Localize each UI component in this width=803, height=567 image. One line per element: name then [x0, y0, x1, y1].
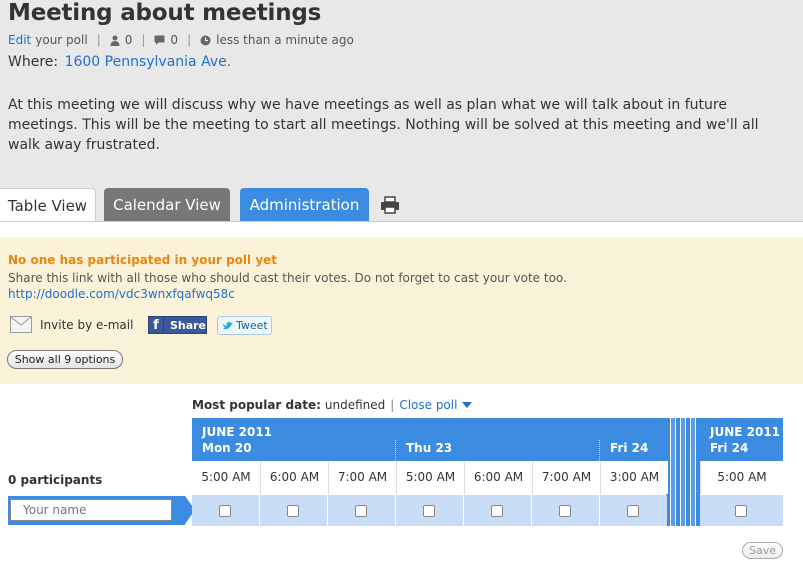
day-label-fri: Fri 24	[610, 441, 649, 455]
vote-checkbox[interactable]	[559, 505, 571, 517]
day-divider	[599, 440, 600, 461]
time-slot: 5:00 AM	[396, 461, 464, 494]
notice-title: No one has participated in your poll yet	[8, 253, 278, 267]
name-entry-row	[8, 496, 195, 525]
date-header-secondary: JUNE 2011 Fri 24	[700, 418, 783, 461]
notice-text: Share this link with all those who shoul…	[8, 271, 567, 285]
column-strip	[681, 418, 685, 526]
poll-share-link[interactable]: http://doodle.com/vdc3wnxfqafwq58c	[8, 287, 235, 301]
vote-checkbox[interactable]	[491, 505, 503, 517]
participants-count-label: 0 participants	[8, 473, 103, 487]
where-link[interactable]: 1600 Pennsylvania Ave.	[65, 54, 232, 70]
tab-calendar-view[interactable]: Calendar View	[104, 188, 230, 221]
popular-label: Most popular date:	[192, 398, 321, 412]
time-slot: 6:00 AM	[260, 461, 328, 494]
tweet-label: Tweet	[236, 319, 268, 332]
your-name-input[interactable]	[10, 499, 172, 521]
vote-cell	[600, 495, 667, 526]
meta-divider: |	[141, 33, 146, 47]
edit-poll-link[interactable]: Edit	[8, 33, 31, 47]
day-label-thu: Thu 23	[406, 441, 453, 455]
person-icon	[110, 35, 120, 46]
day-label-fri-2: Fri 24	[710, 441, 749, 455]
column-strip	[676, 418, 680, 526]
comments-meta: 0	[154, 33, 178, 47]
twitter-bird-icon	[223, 321, 233, 329]
meta-divider: |	[96, 33, 101, 47]
time-slot: 3:00 AM	[600, 461, 668, 494]
envelope-icon	[10, 316, 32, 333]
day-label-mon: Mon 20	[202, 441, 252, 455]
time-slot: 5:00 AM	[192, 461, 260, 494]
vote-checkbox[interactable]	[219, 505, 231, 517]
column-strip	[691, 418, 695, 526]
poll-meta: Edit your poll | 0 | 0 | less than a min…	[8, 33, 354, 47]
facebook-icon: f	[149, 317, 164, 333]
invite-label: Invite by e-mail	[40, 317, 134, 332]
time-slot: 7:00 AM	[328, 461, 396, 494]
invite-by-email[interactable]: Invite by e-mail	[10, 316, 133, 333]
vote-cell	[532, 495, 599, 526]
vote-cell	[464, 495, 531, 526]
where-label: Where:	[8, 54, 59, 70]
vote-cell	[396, 495, 463, 526]
poll-content: No one has participated in your poll yet…	[0, 221, 803, 567]
vote-cell	[700, 495, 783, 526]
vote-checkbox[interactable]	[355, 505, 367, 517]
column-strip	[686, 418, 690, 526]
vote-checkbox[interactable]	[423, 505, 435, 517]
facebook-share-button[interactable]: f Share	[148, 316, 207, 334]
vote-checkbox[interactable]	[287, 505, 299, 517]
share-notice: No one has participated in your poll yet…	[0, 237, 803, 384]
vote-cell	[328, 495, 395, 526]
popular-value: undefined	[324, 398, 386, 412]
chevron-down-icon[interactable]	[462, 402, 473, 408]
participants-count: 0	[124, 33, 133, 47]
most-popular-date: Most popular date: undefined | Close pol…	[192, 398, 473, 412]
show-all-options-button[interactable]: Show all 9 options	[7, 350, 123, 369]
poll-header: Meeting about meetings Edit your poll | …	[0, 0, 803, 222]
tweet-button[interactable]: Tweet	[217, 316, 272, 335]
popular-divider: |	[390, 398, 395, 412]
date-header-primary: JUNE 2011 Mon 20 Thu 23 Fri 24	[192, 418, 666, 461]
tab-table-view[interactable]: Table View	[0, 188, 96, 222]
poll-location: Where: 1600 Pennsylvania Ave.	[8, 54, 231, 70]
vote-checkbox[interactable]	[627, 505, 639, 517]
save-button[interactable]: Save	[742, 542, 783, 559]
vote-checkbox[interactable]	[735, 505, 747, 517]
time-slot: 6:00 AM	[464, 461, 532, 494]
edit-poll-suffix: your poll	[35, 33, 88, 47]
tab-administration[interactable]: Administration	[240, 188, 369, 221]
poll-description: At this meeting we will discuss why we h…	[8, 97, 759, 153]
month-label: JUNE 2011	[710, 425, 781, 439]
day-divider	[395, 440, 396, 461]
comment-icon	[154, 35, 165, 45]
clock-icon	[200, 35, 211, 45]
column-strip	[671, 418, 675, 526]
collapsed-columns-indicator[interactable]	[666, 418, 700, 526]
page-title: Meeting about meetings	[8, 0, 322, 26]
comments-count: 0	[170, 33, 179, 47]
month-label: JUNE 2011	[202, 425, 273, 439]
share-label: Share	[169, 318, 206, 332]
close-poll-link[interactable]: Close poll	[399, 398, 457, 412]
vote-cell	[192, 495, 259, 526]
time-slot: 5:00 AM	[700, 461, 783, 494]
time-slot: 7:00 AM	[532, 461, 600, 494]
print-icon[interactable]	[380, 196, 400, 214]
participants-meta: 0	[110, 33, 133, 47]
vote-cell	[260, 495, 327, 526]
meta-divider: |	[187, 33, 192, 47]
time-meta: less than a minute ago	[200, 33, 354, 47]
time-ago: less than a minute ago	[216, 33, 354, 47]
